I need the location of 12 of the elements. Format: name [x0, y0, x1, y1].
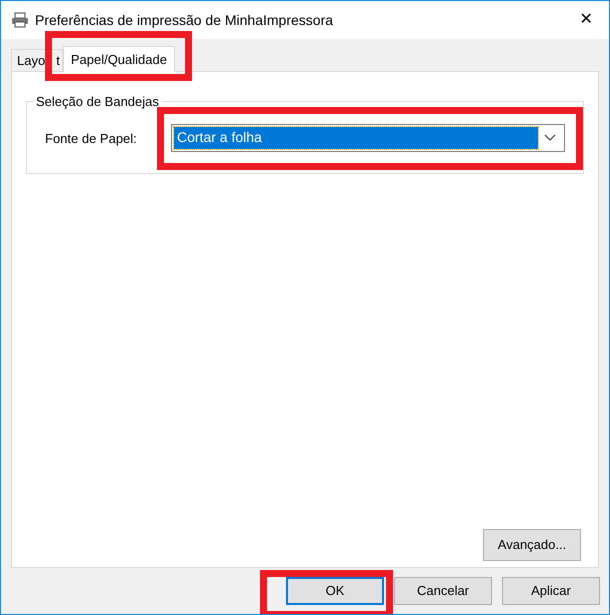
dialog-button[interactable]: OK	[286, 577, 384, 605]
window-title: Preferências de impressão de MinhaImpressora	[35, 10, 334, 30]
tab[interactable]: Papel/Qualidade	[62, 46, 175, 72]
dropdown-value: Cortar a folha	[174, 126, 538, 148]
dialog-button[interactable]: Aplicar	[502, 577, 600, 605]
printer-icon	[11, 12, 29, 28]
close-button[interactable]: ✕	[563, 1, 609, 39]
dialog-button[interactable]: Cancelar	[394, 577, 492, 605]
field-label: Fonte de Papel:	[45, 130, 138, 148]
chevron-down-icon	[544, 134, 556, 142]
paper-source-dropdown[interactable]: Cortar a folha	[171, 124, 565, 152]
advanced-button[interactable]: Avançado...	[483, 529, 581, 561]
